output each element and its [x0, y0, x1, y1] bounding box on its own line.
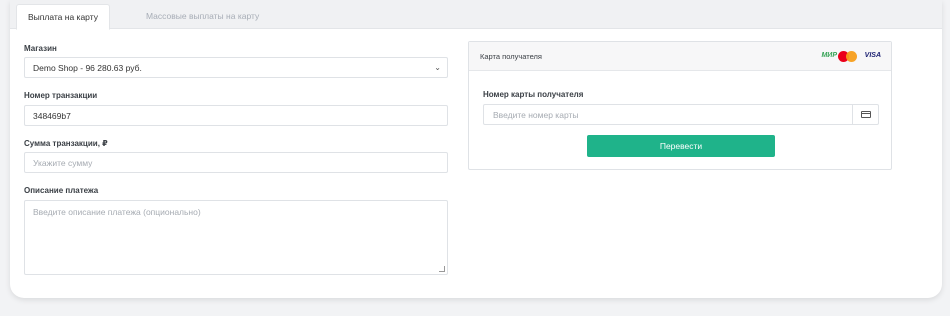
mastercard-logo: [838, 51, 858, 62]
amount-label: Сумма транзакции, ₽: [24, 139, 108, 148]
credit-card-icon: [861, 111, 871, 118]
shop-select[interactable]: Demo Shop - 96 280.63 руб. ⌄: [24, 57, 448, 78]
panel-header: Карта получателя МИР VISA: [469, 42, 891, 71]
visa-logo: VISA: [864, 52, 881, 59]
chevron-down-icon: ⌄: [434, 63, 441, 72]
transaction-number-label: Номер транзакции: [24, 91, 98, 100]
shop-select-value: Demo Shop - 96 280.63 руб.: [33, 63, 142, 73]
transfer-button[interactable]: Перевести: [587, 135, 775, 157]
tab-bar: Выплата на карту Массовые выплаты на кар…: [10, 0, 942, 30]
transaction-number-input[interactable]: 348469b7: [24, 105, 448, 126]
recipient-card-panel: Карта получателя МИР VISA Номер карты по…: [468, 41, 892, 170]
card-number-label: Номер карты получателя: [483, 90, 584, 99]
tab-mass-payouts[interactable]: Массовые выплаты на карту: [135, 4, 270, 29]
description-placeholder: Введите описание платежа (опционально): [33, 207, 201, 217]
card-number-input[interactable]: Введите номер карты: [483, 104, 879, 125]
tab-card-payout[interactable]: Выплата на карту: [16, 4, 110, 30]
shop-label: Магазин: [24, 44, 57, 53]
description-label: Описание платежа: [24, 186, 99, 195]
payout-card: Выплата на карту Массовые выплаты на кар…: [10, 0, 942, 298]
amount-input[interactable]: Укажите сумму: [24, 152, 448, 173]
panel-title: Карта получателя: [480, 52, 542, 61]
card-icon-cell[interactable]: [852, 105, 878, 124]
card-number-placeholder: Введите номер карты: [493, 110, 579, 120]
description-textarea[interactable]: Введите описание платежа (опционально): [24, 200, 448, 275]
mir-logo: МИР: [821, 52, 837, 59]
resize-grip-icon[interactable]: [439, 266, 445, 272]
